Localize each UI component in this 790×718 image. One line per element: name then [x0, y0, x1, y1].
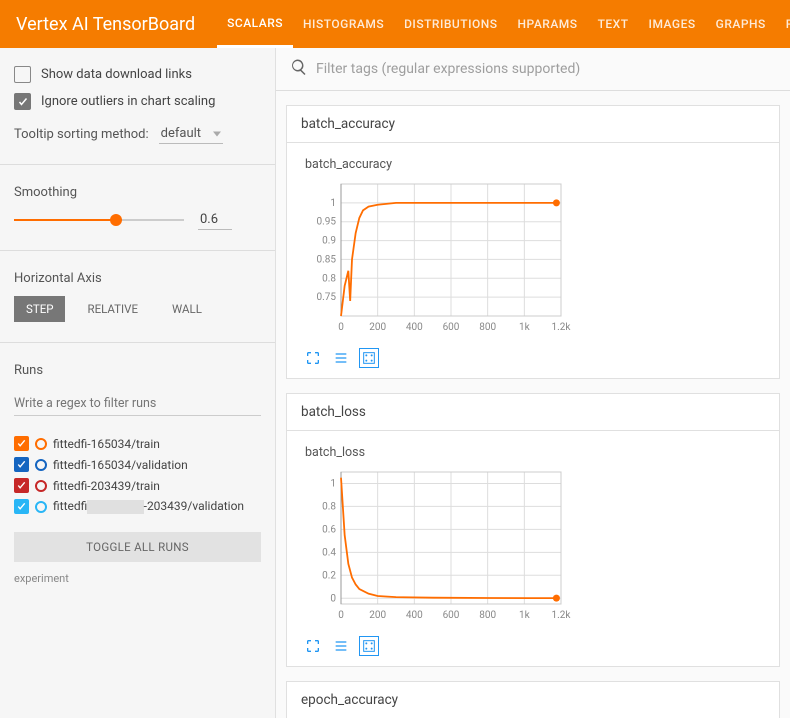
svg-text:0.75: 0.75 — [317, 292, 337, 303]
search-icon — [290, 58, 308, 80]
tab-scalars[interactable]: SCALARS — [217, 0, 293, 48]
haxis-relative-button[interactable]: RELATIVE — [75, 296, 150, 322]
fullscreen-icon[interactable] — [303, 348, 323, 368]
haxis-label: Horizontal Axis — [14, 271, 261, 286]
run-item[interactable]: fittedfi -203439/train — [14, 478, 261, 493]
svg-text:0.85: 0.85 — [317, 254, 337, 265]
svg-text:1k: 1k — [519, 322, 531, 333]
svg-text:0: 0 — [338, 322, 344, 333]
haxis-step-button[interactable]: STEP — [14, 296, 65, 322]
run-color-dot — [35, 501, 47, 513]
runs-list: fittedfi -165034/train fittedfi -165034/v… — [14, 436, 261, 514]
run-color-dot — [35, 480, 47, 492]
tooltip-sorting-select[interactable]: default — [159, 124, 223, 144]
svg-text:0.2: 0.2 — [322, 570, 336, 581]
list-icon[interactable] — [331, 348, 351, 368]
svg-text:1.2k: 1.2k — [552, 610, 571, 621]
runs-label: Runs — [14, 363, 261, 378]
tab-histograms[interactable]: HISTOGRAMS — [293, 0, 394, 48]
chart-card: batch_accuracy 0 200 400 600 800 1k 1.2k 0.75 0.8… — [287, 143, 779, 378]
run-item[interactable]: fittedfi -165034/validation — [14, 457, 261, 472]
app-title: Vertex AI TensorBoard — [16, 14, 195, 35]
runs-filter-input[interactable] — [14, 392, 261, 416]
svg-text:600: 600 — [443, 610, 460, 621]
run-label: fittedfi -165034/validation — [53, 458, 261, 472]
svg-text:400: 400 — [406, 322, 423, 333]
smoothing-slider[interactable] — [14, 219, 184, 221]
chart-title: batch_loss — [305, 445, 765, 460]
panel-group-batch_accuracy: batch_accuracy batch_accuracy 0 200 400 600 80… — [286, 105, 780, 379]
chart-plot[interactable]: 0 200 400 600 800 1k 1.2k 0 0.2 0.4 0.6 0.8 1 — [301, 466, 765, 630]
sidebar: Show data download links Ignore outliers… — [0, 48, 276, 718]
tab-text[interactable]: TEXT — [588, 0, 639, 48]
header-tabs: SCALARSHISTOGRAMSDISTRIBUTIONSHPARAMSTEX… — [217, 0, 790, 48]
run-label: fittedfi -203439/train — [53, 479, 261, 493]
ignore-outliers-checkbox[interactable]: Ignore outliers in chart scaling — [14, 93, 261, 110]
run-item[interactable]: fittedfi -165034/train — [14, 436, 261, 451]
run-checkbox-icon — [14, 457, 29, 472]
svg-text:0: 0 — [330, 593, 336, 604]
svg-text:200: 200 — [369, 322, 386, 333]
tooltip-sorting-label: Tooltip sorting method: — [14, 127, 149, 142]
svg-text:0: 0 — [338, 610, 344, 621]
haxis-wall-button[interactable]: WALL — [160, 296, 214, 322]
show-download-links-checkbox[interactable]: Show data download links — [14, 66, 261, 83]
svg-text:0.6: 0.6 — [322, 524, 336, 535]
run-checkbox-icon — [14, 436, 29, 451]
tab-images[interactable]: IMAGES — [639, 0, 706, 48]
svg-text:0.8: 0.8 — [322, 273, 336, 284]
fullscreen-icon[interactable] — [303, 636, 323, 656]
run-checkbox-icon — [14, 499, 29, 514]
tag-filter-input[interactable] — [316, 61, 776, 77]
main-content: batch_accuracy batch_accuracy 0 200 400 600 80… — [276, 48, 790, 718]
tab-hparams[interactable]: HPARAMS — [508, 0, 588, 48]
svg-text:1k: 1k — [519, 610, 531, 621]
run-color-dot — [35, 459, 47, 471]
smoothing-input[interactable]: 0.6 — [198, 210, 232, 230]
tab-profile[interactable]: PROFILE — [776, 0, 790, 48]
app-header: Vertex AI TensorBoard SCALARSHISTOGRAMSD… — [0, 0, 790, 48]
checkbox-label: Show data download links — [41, 67, 192, 82]
chart-card: batch_loss02004006008001k1.2k00.20.40.60… — [287, 431, 779, 666]
run-item[interactable]: fittedfi,20201020-203439/validation — [14, 499, 261, 514]
checkbox-icon — [14, 93, 31, 110]
panel-group-epoch_accuracy[interactable]: epoch_accuracy — [286, 681, 780, 718]
chart-svg: 0 200 400 600 800 1k 1.2k 0 0.2 0.4 0.6 0.8 1 — [301, 466, 571, 626]
checkbox-icon — [14, 66, 31, 83]
svg-text:1: 1 — [330, 478, 336, 489]
panel-group-batch_loss: batch_lossbatch_loss02004006008001k1.2k0… — [286, 393, 780, 667]
svg-text:0.9: 0.9 — [322, 236, 336, 247]
fit-domain-icon[interactable] — [359, 348, 379, 368]
chart-title: batch_accuracy — [305, 157, 765, 172]
svg-text:400: 400 — [406, 610, 423, 621]
svg-text:200: 200 — [369, 610, 386, 621]
run-label: fittedfi -165034/train — [53, 437, 261, 451]
toggle-all-runs-button[interactable]: TOGGLE ALL RUNS — [14, 532, 261, 562]
group-header[interactable]: batch_loss — [287, 394, 779, 431]
svg-text:1: 1 — [330, 198, 336, 209]
chart-plot[interactable]: 0 200 400 600 800 1k 1.2k 0.75 0.8 0.85 0.9 0.95 1 — [301, 178, 765, 342]
chart-svg: 0 200 400 600 800 1k 1.2k 0.75 0.8 0.85 0.9 0.95 1 — [301, 178, 571, 338]
run-label: fittedfi,20201020-203439/validation — [53, 499, 261, 514]
smoothing-label: Smoothing — [14, 185, 261, 200]
svg-text:800: 800 — [479, 322, 496, 333]
svg-text:1.2k: 1.2k — [552, 322, 571, 333]
tab-graphs[interactable]: GRAPHS — [706, 0, 776, 48]
svg-text:0.4: 0.4 — [322, 547, 336, 558]
run-color-dot — [35, 438, 47, 450]
svg-text:0.95: 0.95 — [317, 217, 337, 228]
checkbox-label: Ignore outliers in chart scaling — [41, 94, 215, 109]
fit-domain-icon[interactable] — [359, 636, 379, 656]
tab-distributions[interactable]: DISTRIBUTIONS — [394, 0, 507, 48]
horizontal-axis-buttons: STEP RELATIVE WALL — [14, 296, 261, 322]
experiment-label: experiment — [14, 572, 261, 585]
group-header[interactable]: batch_accuracy — [287, 106, 779, 143]
run-checkbox-icon — [14, 478, 29, 493]
svg-text:800: 800 — [479, 610, 496, 621]
list-icon[interactable] — [331, 636, 351, 656]
svg-text:0.8: 0.8 — [322, 501, 336, 512]
svg-text:600: 600 — [443, 322, 460, 333]
